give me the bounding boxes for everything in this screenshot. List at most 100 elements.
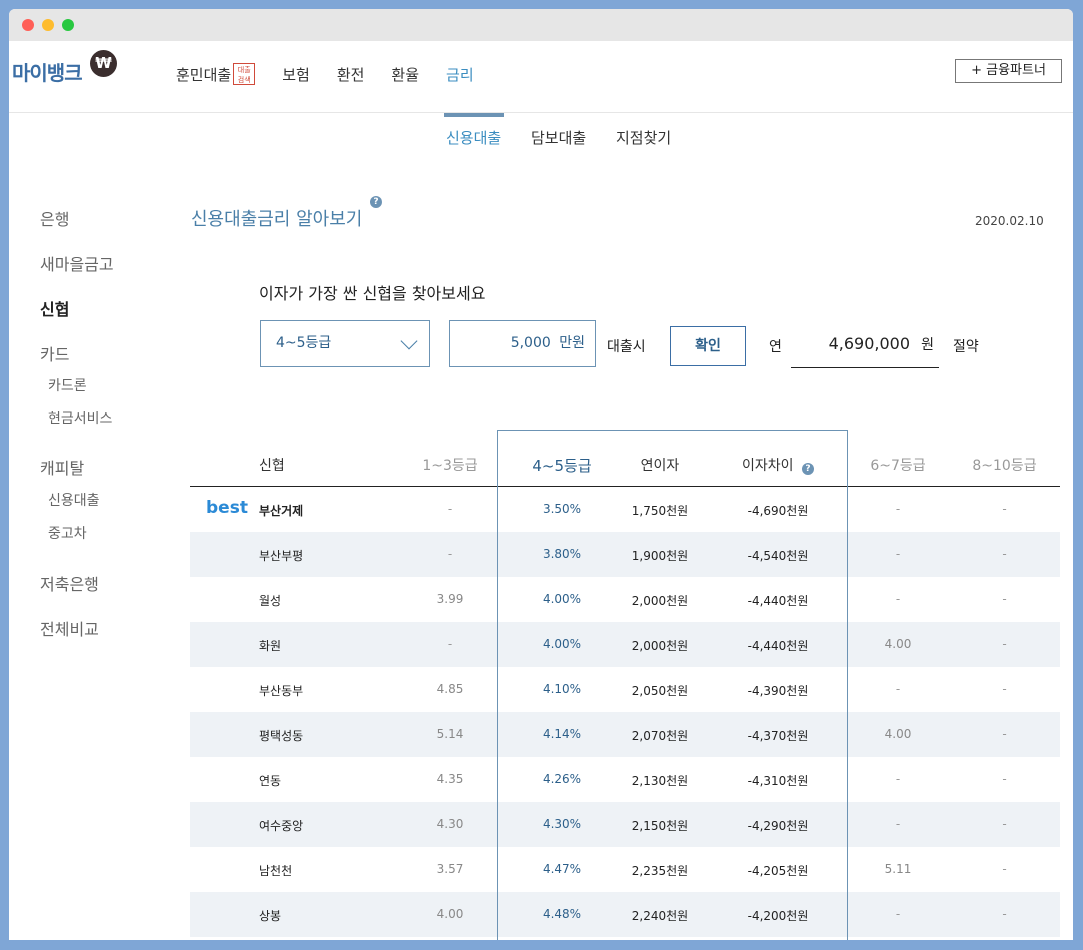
- savings-value: 4,690,000: [828, 334, 911, 353]
- nav-item-exchange[interactable]: 환전: [337, 63, 365, 85]
- diff-help-icon[interactable]: ?: [801, 463, 814, 475]
- page-title: 신용대출금리 알아보기: [191, 209, 363, 230]
- save-label: 절약: [953, 339, 979, 355]
- cell-grade-8-10: -: [1002, 907, 1007, 921]
- cell-grade-1-3: 3.99: [436, 592, 464, 606]
- logo[interactable]: 마이뱅크: [12, 57, 83, 86]
- help-icon[interactable]: ?: [370, 196, 382, 208]
- col-header-grade-1-3[interactable]: 1~3등급: [410, 455, 490, 475]
- table-row[interactable]: 상봉 4.00 4.48% 2,240천원 -4,200천원 - -: [190, 892, 1060, 937]
- table-row[interactable]: 남천천 3.57 4.47% 2,235천원 -4,205천원 5.11 -: [190, 847, 1060, 892]
- loan-search-badge: 대출 검색: [233, 63, 256, 85]
- savings-unit: 원: [921, 337, 934, 353]
- year-label: 연: [769, 339, 782, 355]
- table-row[interactable]: 화원 - 4.00% 2,000천원 -4,440천원 4.00 -: [190, 622, 1060, 667]
- table-row[interactable]: 부산동부 4.85 4.10% 2,050천원 -4,390천원 - -: [190, 667, 1060, 712]
- cell-grade-1-3: 4.00: [436, 907, 464, 921]
- nav-item-exchange-rate[interactable]: 환율: [391, 63, 419, 85]
- sidebar-item-card[interactable]: 카드: [40, 341, 69, 365]
- cell-name[interactable]: 여수중앙: [259, 817, 303, 834]
- loan-amount-unit: 만원: [559, 335, 585, 351]
- best-badge: best: [206, 498, 248, 518]
- cell-grade-1-3: 3.57: [436, 862, 464, 876]
- cell-grade-6-7: -: [895, 772, 901, 786]
- nav-item-label: 훈민대출: [176, 65, 232, 84]
- cell-interest: 2,130천원: [631, 774, 689, 788]
- rate-table-header: 신협 1~3등급 4~5등급 연이자 이자차이 ? 6~7등급 8~10등급: [190, 449, 1060, 487]
- cell-grade-4-5: 4.14%: [542, 727, 582, 741]
- cell-grade-6-7: -: [895, 907, 901, 921]
- nav-item-interest-rate[interactable]: 금리: [446, 63, 474, 85]
- logo-badge-icon: ₩: [90, 50, 117, 77]
- cell-diff: -4,690천원: [747, 504, 809, 518]
- sidebar-item-shinhyup[interactable]: 신협: [40, 296, 69, 320]
- cell-name[interactable]: 월성: [259, 592, 281, 609]
- subnav-branch-finder[interactable]: 지점찾기: [616, 127, 671, 148]
- subnav-credit-loan[interactable]: 신용대출: [446, 127, 501, 148]
- nav-item-loan[interactable]: 훈민대출 대출 검색: [176, 63, 256, 85]
- savings-amount: 4,690,000 원: [791, 328, 939, 368]
- table-row[interactable]: 부산부평 - 3.80% 1,900천원 -4,540천원 - -: [190, 532, 1060, 577]
- cell-name[interactable]: 부산동부: [259, 682, 303, 699]
- nav-item-insurance[interactable]: 보험: [282, 63, 310, 85]
- sidebar-item-bank[interactable]: 은행: [40, 206, 69, 230]
- col-header-interest: 연이자: [640, 458, 680, 474]
- cell-diff: -4,440천원: [747, 594, 809, 608]
- cell-interest: 1,750천원: [631, 504, 689, 518]
- col-header-grade-8-10[interactable]: 8~10등급: [962, 455, 1047, 475]
- cell-name[interactable]: 화원: [259, 637, 281, 654]
- cell-grade-4-5: 4.47%: [542, 862, 582, 876]
- cell-diff: -4,390천원: [747, 684, 809, 698]
- cell-grade-8-10: -: [1002, 547, 1007, 561]
- cell-grade-1-3: 5.14: [436, 727, 464, 741]
- cell-name[interactable]: 연동: [259, 772, 281, 789]
- table-row[interactable]: 연동 4.35 4.26% 2,130천원 -4,310천원 - -: [190, 757, 1060, 802]
- cell-diff: -4,440천원: [747, 639, 809, 653]
- cell-interest: 2,000천원: [631, 594, 689, 608]
- calc-prompt: 이자가 가장 싼 신협을 찾아보세요: [259, 284, 486, 303]
- confirm-button[interactable]: 확인: [670, 326, 746, 366]
- cell-interest: 2,050천원: [631, 684, 689, 698]
- table-row[interactable]: 여수중앙 4.30 4.30% 2,150천원 -4,290천원 - -: [190, 802, 1060, 847]
- sidebar-sub-card-loan[interactable]: 카드론: [48, 375, 87, 395]
- maximize-window-button[interactable]: [62, 19, 74, 31]
- col-header-grade-6-7[interactable]: 6~7등급: [858, 455, 938, 475]
- cell-grade-8-10: -: [1002, 637, 1007, 651]
- sidebar-item-capital[interactable]: 캐피탈: [40, 455, 84, 479]
- cell-grade-8-10: -: [1002, 862, 1007, 876]
- cell-grade-6-7: 4.00: [884, 637, 912, 651]
- cell-name[interactable]: 부산부평: [259, 547, 303, 564]
- table-row[interactable]: 월성 3.99 4.00% 2,000천원 -4,440천원 - -: [190, 577, 1060, 622]
- table-row[interactable]: 평택성동 5.14 4.14% 2,070천원 -4,370천원 4.00 -: [190, 712, 1060, 757]
- sidebar-item-savings-bank[interactable]: 저축은행: [40, 571, 99, 595]
- subnav-secured-loan[interactable]: 담보대출: [531, 127, 586, 148]
- cell-grade-6-7: -: [895, 817, 901, 831]
- sidebar-sub-cash-service[interactable]: 현금서비스: [48, 408, 112, 428]
- cell-name[interactable]: 부산거제: [259, 502, 303, 519]
- cell-grade-1-3: 4.35: [436, 772, 464, 786]
- cell-diff: -4,540천원: [747, 549, 809, 563]
- table-row[interactable]: best 부산거제 - 3.50% 1,750천원 -4,690천원 - -: [190, 487, 1060, 532]
- cell-grade-1-3: -: [447, 547, 453, 561]
- sidebar-sub-used-car[interactable]: 중고차: [48, 523, 87, 543]
- cell-grade-1-3: -: [447, 502, 453, 516]
- cell-grade-6-7: -: [895, 682, 901, 696]
- col-header-grade-4-5[interactable]: 4~5등급: [510, 455, 614, 476]
- cell-diff: -4,290천원: [747, 819, 809, 833]
- minimize-window-button[interactable]: [42, 19, 54, 31]
- close-window-button[interactable]: [22, 19, 34, 31]
- finance-partner-button[interactable]: + 금융파트너: [955, 59, 1062, 83]
- cell-grade-8-10: -: [1002, 727, 1007, 741]
- sidebar-item-saemaeul[interactable]: 새마을금고: [40, 251, 114, 275]
- grade-select[interactable]: 4~5등급: [260, 320, 430, 367]
- cell-grade-8-10: -: [1002, 772, 1007, 786]
- cell-name[interactable]: 상봉: [259, 907, 281, 924]
- cell-name[interactable]: 평택성동: [259, 727, 303, 744]
- cell-interest: 2,150천원: [631, 819, 689, 833]
- loan-amount-input[interactable]: 5,000 만원: [449, 320, 596, 367]
- sidebar-sub-credit-loan[interactable]: 신용대출: [48, 490, 100, 510]
- col-header-name: 신협: [259, 458, 285, 474]
- cell-diff: -4,370천원: [747, 729, 809, 743]
- cell-name[interactable]: 남천천: [259, 862, 292, 879]
- sidebar-item-compare-all[interactable]: 전체비교: [40, 616, 99, 640]
